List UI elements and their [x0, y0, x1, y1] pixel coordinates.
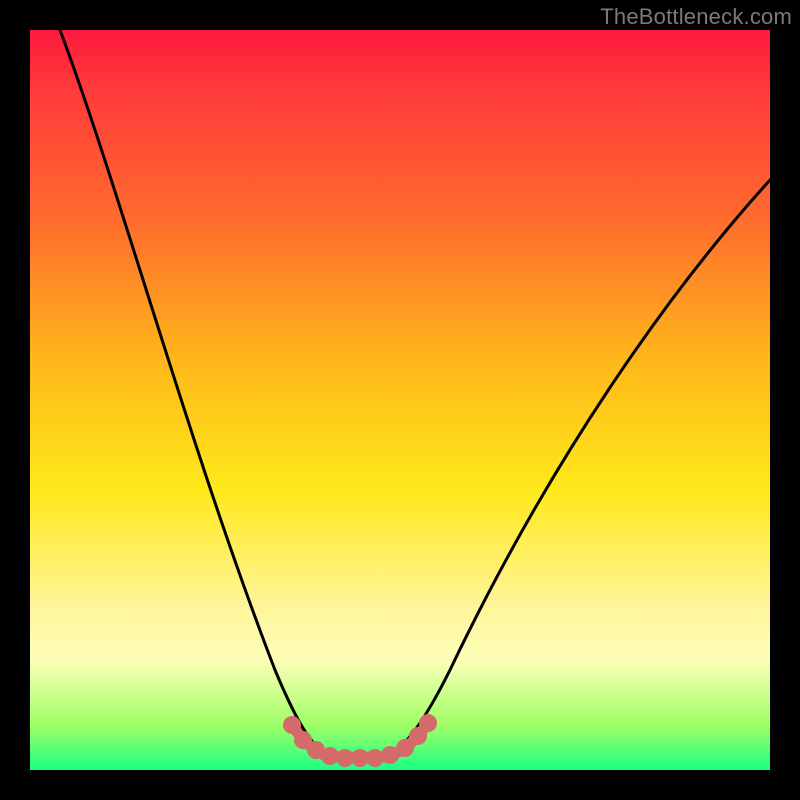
bottleneck-curve-svg	[30, 30, 770, 770]
bottleneck-curve	[60, 30, 770, 756]
watermark-text: TheBottleneck.com	[600, 4, 792, 30]
outer-frame: TheBottleneck.com	[0, 0, 800, 800]
flat-minimum-markers	[283, 714, 437, 767]
